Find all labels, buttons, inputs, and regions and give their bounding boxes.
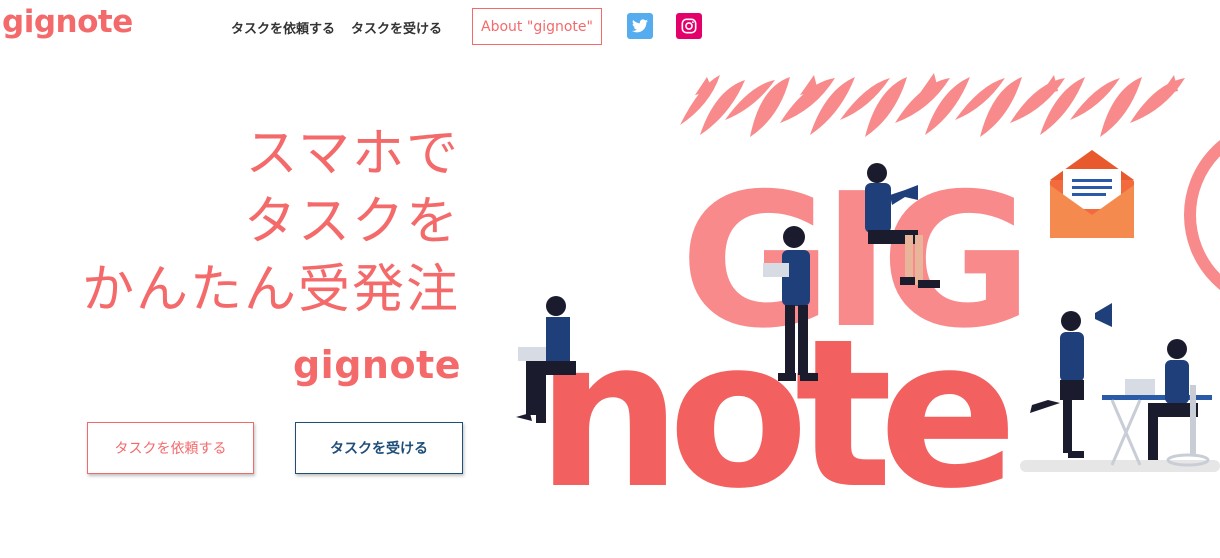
hero-headline-line-2: タスクを bbox=[243, 192, 460, 252]
nav-accept-task-link[interactable]: タスクを受ける bbox=[351, 18, 442, 37]
about-gignote-button[interactable]: About "gignote" bbox=[472, 8, 602, 45]
request-task-button[interactable]: タスクを依頼する bbox=[87, 422, 254, 474]
instagram-link[interactable] bbox=[676, 13, 702, 39]
nav-request-task-link[interactable]: タスクを依頼する bbox=[231, 18, 335, 37]
accept-task-button[interactable]: タスクを受ける bbox=[295, 422, 463, 474]
hero-brand-name: gignote bbox=[292, 343, 461, 387]
hero-headline-line-3: かんたん受発注 bbox=[81, 260, 460, 320]
instagram-icon bbox=[681, 18, 697, 34]
hero-headline-line-1: スマホで bbox=[245, 124, 460, 184]
hero-illustration: GIG note bbox=[500, 65, 1220, 558]
twitter-link[interactable] bbox=[627, 13, 653, 39]
person-megaphone-standing bbox=[1030, 303, 1112, 458]
twitter-icon bbox=[632, 19, 648, 33]
decorative-ring bbox=[1184, 140, 1220, 290]
site-logo[interactable]: gignote bbox=[2, 4, 133, 40]
envelope-icon bbox=[1050, 150, 1134, 238]
illustration-note-text: note bbox=[536, 296, 1009, 534]
leaves-decoration bbox=[672, 70, 1192, 140]
